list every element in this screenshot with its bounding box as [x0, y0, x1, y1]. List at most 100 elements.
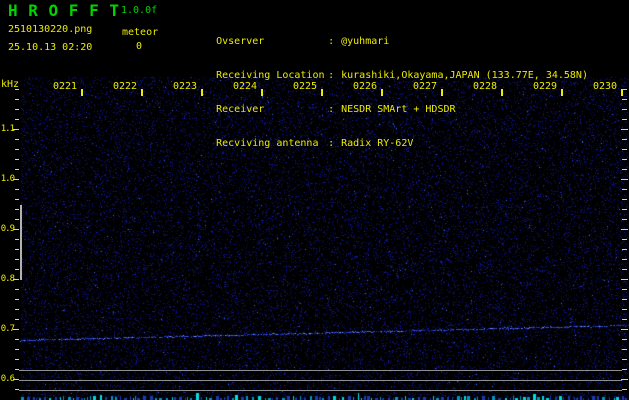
axis-tick	[15, 109, 19, 110]
meteor-counter-label: meteor	[122, 28, 158, 38]
app-version: 1.0.0f	[121, 6, 157, 16]
y-tick-label: 0.6	[0, 374, 14, 384]
axis-tick	[381, 89, 383, 96]
meteor-counter-value: 0	[136, 42, 142, 52]
info-row-observer: Ovserver:@yuhmari	[180, 24, 588, 36]
reference-line	[19, 390, 622, 391]
info-row-antenna: Recviving antenna:Radix RY-62V	[180, 126, 588, 138]
info-separator: :	[328, 36, 341, 48]
info-value: Radix RY-62V	[341, 138, 413, 149]
axis-tick	[622, 199, 627, 200]
axis-tick	[15, 249, 19, 250]
axis-tick	[15, 389, 19, 390]
axis-tick	[621, 379, 628, 380]
axis-tick	[15, 159, 19, 160]
axis-tick	[15, 99, 19, 100]
axis-tick	[622, 239, 627, 240]
y-tick-label: 0.8	[0, 274, 14, 284]
axis-tick	[15, 259, 19, 260]
axis-tick	[15, 89, 19, 90]
axis-tick	[15, 139, 19, 140]
axis-tick	[13, 329, 19, 330]
hrofft-window: H R O F F T 1.0.0f 2510130220.png meteor…	[0, 0, 629, 400]
axis-tick	[15, 189, 19, 190]
axis-tick	[141, 89, 143, 96]
info-value: NESDR SMArt + HDSDR	[341, 104, 455, 115]
reference-line	[19, 370, 622, 371]
info-separator: :	[328, 70, 341, 82]
info-separator: :	[328, 104, 341, 116]
axis-tick	[15, 349, 19, 350]
info-separator: :	[328, 138, 341, 150]
axis-tick	[622, 189, 627, 190]
reference-line	[19, 380, 622, 381]
axis-tick	[622, 169, 627, 170]
axis-tick	[15, 339, 19, 340]
axis-tick	[622, 149, 627, 150]
axis-tick	[15, 369, 19, 370]
app-title: H R O F F T	[8, 3, 119, 19]
x-tick-label: 0222	[113, 81, 137, 92]
x-tick-label: 0230	[593, 81, 617, 92]
axis-tick	[15, 209, 19, 210]
axis-tick	[621, 279, 628, 280]
x-tick-label: 0225	[293, 81, 317, 92]
count-band-marker	[20, 205, 22, 280]
axis-tick	[622, 159, 627, 160]
x-tick-label: 0224	[233, 81, 257, 92]
axis-tick	[622, 339, 627, 340]
x-tick-label: 0223	[173, 81, 197, 92]
x-tick-label: 0227	[413, 81, 437, 92]
axis-tick	[441, 89, 443, 96]
axis-tick	[561, 89, 563, 96]
info-value: @yuhmari	[341, 36, 389, 47]
axis-tick	[622, 259, 627, 260]
axis-tick	[622, 369, 627, 370]
axis-tick	[15, 299, 19, 300]
axis-tick	[81, 89, 83, 96]
axis-tick	[622, 249, 627, 250]
axis-tick	[13, 229, 19, 230]
output-filename: 2510130220.png	[8, 25, 92, 35]
x-tick-label: 0226	[353, 81, 377, 92]
axis-tick	[622, 319, 627, 320]
x-tick-label: 0221	[53, 81, 77, 92]
axis-tick	[622, 219, 627, 220]
axis-tick	[621, 329, 628, 330]
axis-tick	[622, 299, 627, 300]
axis-tick	[622, 139, 627, 140]
axis-tick	[15, 239, 19, 240]
axis-tick	[622, 309, 627, 310]
axis-tick	[622, 209, 627, 210]
axis-tick	[622, 289, 627, 290]
y-tick-label: 0.7	[0, 324, 14, 334]
info-label: Ovserver	[216, 36, 328, 48]
y-tick-label: 1.0	[0, 174, 14, 184]
axis-tick	[622, 99, 627, 100]
axis-tick	[201, 89, 203, 96]
axis-tick	[15, 199, 19, 200]
info-label: Recviving antenna	[216, 138, 328, 150]
axis-tick	[13, 279, 19, 280]
info-row-location: Receiving Location:kurashiki,Okayama,JAP…	[180, 58, 588, 70]
axis-tick	[15, 289, 19, 290]
axis-tick	[15, 309, 19, 310]
axis-tick	[622, 349, 627, 350]
axis-tick	[13, 179, 19, 180]
axis-tick	[15, 119, 19, 120]
axis-tick	[622, 109, 627, 110]
axis-tick	[15, 169, 19, 170]
observation-timestamp: 25.10.13 02:20	[8, 43, 92, 53]
y-tick-label: 0.9	[0, 224, 14, 234]
axis-tick	[15, 149, 19, 150]
axis-tick	[621, 229, 628, 230]
axis-tick	[622, 119, 627, 120]
axis-tick	[501, 89, 503, 96]
info-value: kurashiki,Okayama,JAPAN (133.77E, 34.58N…	[341, 70, 588, 81]
axis-tick	[621, 129, 628, 130]
axis-tick	[15, 319, 19, 320]
axis-tick	[13, 379, 19, 380]
axis-tick	[261, 89, 263, 96]
axis-tick	[621, 89, 623, 96]
x-tick-label: 0229	[533, 81, 557, 92]
